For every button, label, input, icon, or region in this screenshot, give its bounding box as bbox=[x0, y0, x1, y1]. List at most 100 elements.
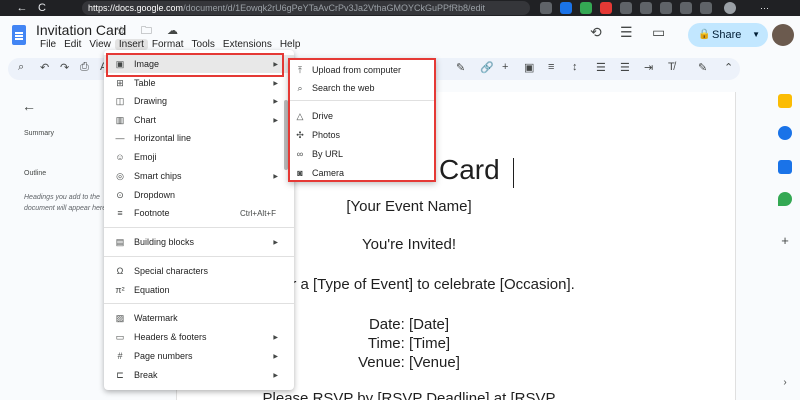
checklist-icon[interactable]: ☰ bbox=[596, 61, 606, 74]
camera-icon: ◙ bbox=[297, 168, 303, 178]
insert-image-icon[interactable]: ▣ bbox=[524, 61, 534, 74]
menu-item-label: Smart chips bbox=[134, 171, 182, 181]
menu-item-chart[interactable]: ▥ Chart ▶ bbox=[104, 111, 294, 129]
doc-title[interactable]: Invitation Card bbox=[36, 22, 126, 38]
menu-item-label: Dropdown bbox=[134, 190, 176, 200]
footnote-icon: ≡ bbox=[117, 208, 123, 218]
extension-icon[interactable] bbox=[560, 2, 572, 14]
comment-icon[interactable]: ☰ bbox=[620, 24, 633, 41]
editing-mode-icon[interactable]: ✎ bbox=[698, 61, 707, 74]
extension-icon[interactable] bbox=[540, 2, 552, 14]
menu-insert[interactable]: Insert bbox=[114, 39, 148, 50]
extension-icon[interactable] bbox=[600, 2, 612, 14]
extension-icon[interactable] bbox=[580, 2, 592, 14]
submenu-item-label: Photos bbox=[312, 130, 341, 140]
meet-icon[interactable]: ▭ bbox=[652, 24, 665, 41]
chevron-down-icon[interactable]: ▼ bbox=[752, 23, 760, 47]
menu-item-building-blocks[interactable]: ▤ Building blocks ▶ bbox=[104, 233, 294, 251]
collapse-toolbar-icon[interactable]: ⌃ bbox=[724, 61, 733, 74]
submenu-item-upload[interactable]: ⤒ Upload from computer bbox=[290, 61, 434, 79]
menu-help[interactable]: Help bbox=[276, 39, 305, 50]
menu-item-label: Watermark bbox=[134, 313, 178, 323]
profile-icon[interactable] bbox=[724, 2, 736, 14]
maps-icon[interactable] bbox=[778, 192, 792, 206]
menu-item-label: Chart bbox=[134, 115, 157, 125]
link-icon[interactable]: 🔗 bbox=[480, 61, 494, 74]
menu-item-label: Equation bbox=[134, 285, 170, 295]
shortcut-label: Ctrl+Alt+F bbox=[239, 208, 276, 218]
docs-logo-icon[interactable] bbox=[12, 25, 26, 45]
menu-view[interactable]: View bbox=[85, 39, 115, 50]
submenu-item-camera[interactable]: ◙ Camera bbox=[290, 164, 434, 182]
menu-item-break[interactable]: ⊏ Break ▶ bbox=[104, 366, 294, 384]
menu-item-horizontal-line[interactable]: — Horizontal line bbox=[104, 129, 294, 147]
drawing-icon: ◫ bbox=[115, 95, 125, 106]
print-icon[interactable]: ⎙ bbox=[80, 61, 89, 74]
menu-item-emoji[interactable]: ☺ Emoji bbox=[104, 148, 294, 166]
indent-icon[interactable]: ⇥ bbox=[644, 61, 653, 74]
back-arrow-icon[interactable]: ← bbox=[22, 98, 36, 114]
align-icon[interactable]: ≡ bbox=[548, 61, 554, 73]
share-button[interactable]: 🔒 Share ▼ bbox=[688, 23, 768, 47]
menu-extensions[interactable]: Extensions bbox=[219, 39, 276, 50]
summary-label: Summary bbox=[24, 130, 54, 137]
menu-divider bbox=[104, 303, 294, 304]
submenu-item-photos[interactable]: ✣ Photos bbox=[290, 126, 434, 144]
equation-icon: π² bbox=[115, 285, 125, 295]
doc-rsvp[interactable]: Please RSVP by [RSVP Deadline] at [RSVP bbox=[177, 390, 641, 400]
page-numbers-icon: # bbox=[117, 351, 123, 361]
chevron-right-icon: ▶ bbox=[273, 353, 278, 360]
extension-icon[interactable] bbox=[680, 2, 692, 14]
menu-item-dropdown[interactable]: ⊙ Dropdown bbox=[104, 186, 294, 204]
outline-label: Outline bbox=[24, 170, 47, 177]
line-spacing-icon[interactable]: ↕ bbox=[572, 61, 578, 73]
contacts-icon[interactable] bbox=[778, 160, 792, 174]
doc-title-text[interactable]: Card bbox=[439, 154, 500, 186]
extension-icon[interactable] bbox=[660, 2, 672, 14]
submenu-item-label: Drive bbox=[312, 111, 334, 121]
text-color-icon[interactable]: ✎ bbox=[456, 61, 465, 74]
extension-icon[interactable] bbox=[700, 2, 712, 14]
submenu-item-by-url[interactable]: ∞ By URL bbox=[290, 145, 434, 163]
add-comment-icon[interactable]: + bbox=[502, 61, 508, 73]
menu-item-special-characters[interactable]: Ω Special characters bbox=[104, 262, 294, 280]
menu-item-footnote[interactable]: ≡ Footnote Ctrl+Alt+F bbox=[104, 204, 294, 222]
bulleted-list-icon[interactable]: ☰ bbox=[620, 61, 630, 74]
submenu-divider bbox=[290, 100, 434, 101]
url-bar[interactable]: https://docs.google.com/document/d/1Eowq… bbox=[82, 1, 530, 15]
menu-edit[interactable]: Edit bbox=[60, 39, 85, 50]
lock-icon: 🔒 bbox=[698, 29, 711, 40]
submenu-item-search-web[interactable]: ⌕ Search the web bbox=[290, 79, 434, 97]
extension-icon[interactable] bbox=[620, 2, 632, 14]
menu-item-watermark[interactable]: ▨ Watermark bbox=[104, 309, 294, 327]
undo-icon[interactable]: ↶ bbox=[40, 61, 49, 74]
chevron-right-icon: ▶ bbox=[273, 334, 278, 341]
menu-tools[interactable]: Tools bbox=[188, 39, 219, 50]
back-icon[interactable]: ← bbox=[12, 2, 32, 14]
search-icon[interactable]: ⌕ bbox=[18, 61, 24, 74]
browser-menu-icon[interactable]: ⋯ bbox=[760, 2, 772, 14]
add-addon-icon[interactable]: + bbox=[778, 234, 792, 248]
redo-icon[interactable]: ↷ bbox=[60, 61, 69, 74]
menu-item-headers-footers[interactable]: ▭ Headers & footers ▶ bbox=[104, 328, 294, 346]
submenu-item-drive[interactable]: △ Drive bbox=[290, 107, 434, 125]
reload-icon[interactable]: C bbox=[32, 2, 52, 14]
menu-item-label: Footnote bbox=[134, 208, 170, 218]
insert-menu: ▣ Image ▶ ⊞ Table ▶ ◫ Drawing ▶ ▥ Chart … bbox=[104, 50, 294, 390]
menu-item-smart-chips[interactable]: ◎ Smart chips ▶ bbox=[104, 167, 294, 185]
menu-item-drawing[interactable]: ◫ Drawing ▶ bbox=[104, 92, 294, 110]
menu-item-equation[interactable]: π² Equation bbox=[104, 281, 294, 299]
history-icon[interactable]: ⟲ bbox=[590, 24, 602, 41]
omega-icon: Ω bbox=[116, 266, 124, 276]
keep-icon[interactable] bbox=[778, 94, 792, 108]
extension-icon[interactable] bbox=[640, 2, 652, 14]
tasks-icon[interactable] bbox=[778, 126, 792, 140]
menu-item-page-numbers[interactable]: # Page numbers ▶ bbox=[104, 347, 294, 365]
avatar[interactable] bbox=[772, 24, 794, 46]
menu-format[interactable]: Format bbox=[148, 39, 188, 50]
submenu-item-label: Search the web bbox=[312, 83, 375, 93]
clear-formatting-icon[interactable]: T̸ bbox=[668, 61, 675, 73]
expand-panel-icon[interactable]: › bbox=[778, 376, 792, 390]
menu-file[interactable]: File bbox=[36, 39, 60, 50]
url-host: https://docs.google.com bbox=[88, 3, 184, 13]
